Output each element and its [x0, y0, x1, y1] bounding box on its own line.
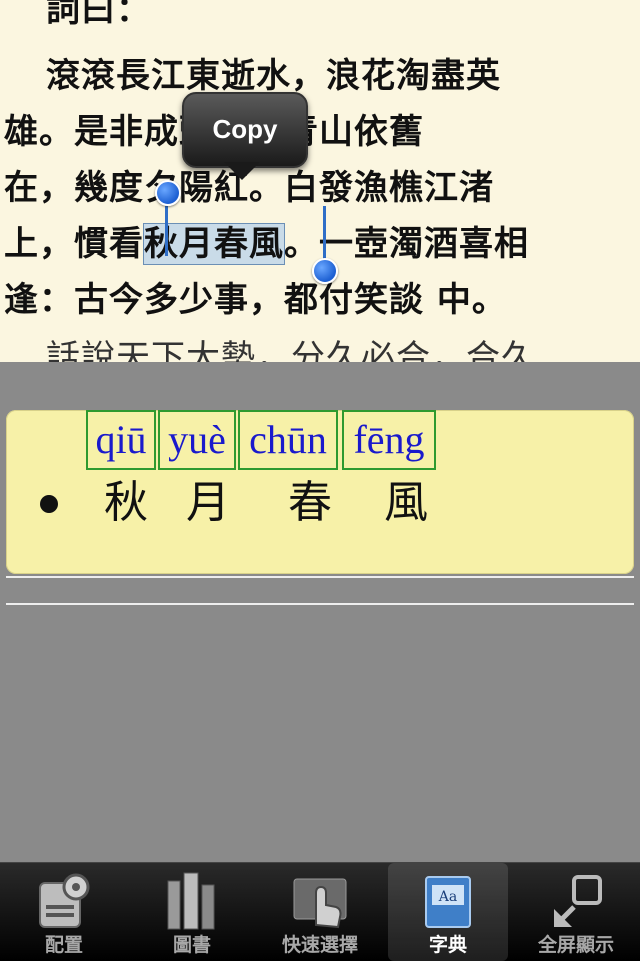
- pinyin-box: yuè: [158, 410, 236, 470]
- pinyin-box: qiū: [86, 410, 156, 470]
- books-icon: [167, 872, 215, 930]
- tab-fullscreen[interactable]: 全屏顯示: [512, 863, 640, 961]
- tab-books[interactable]: 圖書: [128, 863, 256, 961]
- bullet-icon: [40, 495, 58, 513]
- tab-quick-select[interactable]: 快速選擇: [256, 863, 384, 961]
- tab-settings[interactable]: 配置: [0, 863, 128, 961]
- copy-popup-arrow: [224, 162, 260, 180]
- selection-end-bar: [323, 206, 326, 262]
- text-line: 話說天下大勢，分久必合，合久: [46, 338, 536, 362]
- selection-start-handle[interactable]: [155, 180, 181, 206]
- text-segment: 雄。是非成: [4, 112, 179, 152]
- text-line: 雄。是非成頭空：青山依舊: [4, 104, 640, 153]
- pinyin-box: chūn: [238, 410, 338, 470]
- tab-label: 配置: [44, 934, 83, 956]
- text-line: 在，幾度夕陽紅。白發漁樵江渚: [4, 160, 640, 209]
- dictionary-icon: Aa: [425, 876, 471, 928]
- hanzi-char: 春: [288, 477, 332, 528]
- text-segment: 白發漁樵江渚: [284, 168, 494, 208]
- hanzi-char: 秋: [104, 477, 148, 528]
- reader-text-area[interactable]: 詞曰： 滾滾長江東逝水，浪花淘盡英 雄。是非成頭空：青山依舊 在，幾度夕陽紅。白…: [0, 0, 640, 362]
- svg-text:Aa: Aa: [438, 889, 457, 905]
- tab-label: 字典: [428, 934, 467, 956]
- hanzi-char: 月: [186, 477, 230, 528]
- text-line: 詞曰：: [46, 0, 151, 30]
- pinyin-box: fēng: [342, 410, 436, 470]
- touch-icon: [293, 878, 347, 929]
- hanzi-char: 風: [384, 477, 428, 528]
- tab-label: 快速選擇: [281, 934, 358, 956]
- tab-dictionary[interactable]: Aa 字典: [388, 863, 508, 961]
- selection-end-handle[interactable]: [312, 258, 338, 284]
- dictionary-panel: qiū yuè chūn fēng 秋 月 春 風: [0, 362, 640, 862]
- tab-label: 圖書: [172, 934, 211, 956]
- divider: [6, 603, 634, 605]
- copy-button[interactable]: Copy: [182, 92, 308, 168]
- settings-icon: [39, 873, 90, 928]
- divider: [6, 576, 634, 578]
- text-segment: 上，慣看: [4, 224, 144, 264]
- tab-label: 全屏顯示: [537, 934, 614, 956]
- text-line: 滾滾長江東逝水，浪花淘盡英: [46, 56, 501, 96]
- dictionary-entry-card[interactable]: qiū yuè chūn fēng 秋 月 春 風: [6, 410, 634, 574]
- tab-bar: 配置 圖書 快速選擇 Aa 字典 全屏顯示: [0, 862, 640, 961]
- fullscreen-icon: [554, 875, 602, 927]
